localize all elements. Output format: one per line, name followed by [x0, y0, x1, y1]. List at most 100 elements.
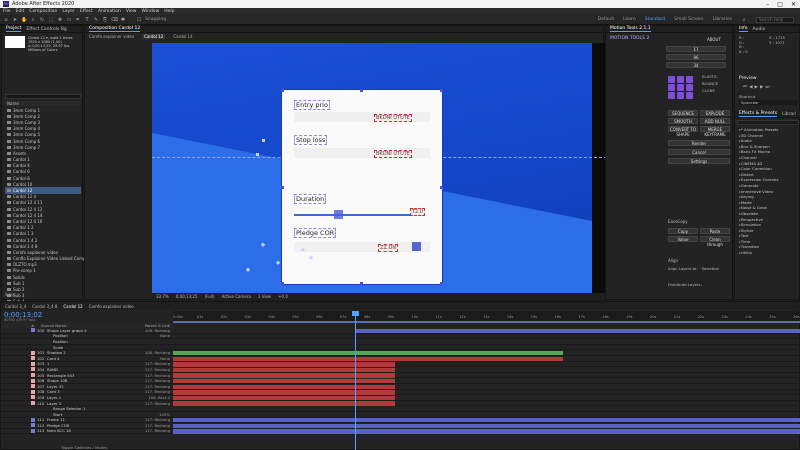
label-color-swatch[interactable] [31, 401, 35, 406]
easecopy-clean-button[interactable]: Clean through [700, 236, 730, 247]
layer-parent[interactable]: 117. Rectang [145, 378, 173, 383]
exposure-value[interactable]: +0.0 [278, 294, 288, 299]
label-color-swatch[interactable] [31, 423, 35, 428]
layer-name[interactable]: Start [53, 412, 109, 417]
label-color-swatch[interactable] [31, 350, 35, 355]
name-column-header[interactable]: Name [5, 101, 81, 106]
layer-name[interactable]: Layer 1 [47, 395, 103, 400]
timeline-tab-active[interactable]: Cardol 12 [63, 304, 82, 309]
easecopy-value-button[interactable]: Value [668, 236, 698, 242]
current-time-indicator[interactable] [352, 311, 359, 450]
rotate-tool-icon[interactable]: ↻ [39, 17, 45, 23]
bounce-button[interactable]: BOUNCE [702, 81, 730, 86]
label-color-swatch[interactable] [31, 367, 35, 372]
label-color-swatch[interactable] [37, 345, 41, 349]
layer-duration-bar[interactable] [173, 384, 395, 389]
layer-parent[interactable]: 117. Rectang [145, 389, 173, 394]
workspace-standard[interactable]: Standard [645, 17, 665, 22]
menu-file[interactable]: File [3, 9, 11, 14]
layer-name[interactable]: 1 [47, 361, 103, 366]
menu-view[interactable]: View [126, 9, 137, 14]
label-color-swatch[interactable] [31, 328, 35, 333]
layer-name[interactable]: Rectangle 943 [47, 373, 103, 378]
layer-duration-bar[interactable] [173, 373, 395, 378]
zoom-tool-icon[interactable]: ⌕ [30, 17, 36, 23]
layer-name[interactable]: Layer 32 [47, 384, 103, 389]
selection-tool-icon[interactable]: ➤ [12, 17, 18, 23]
layer-parent[interactable]: 100% [159, 412, 173, 417]
tab-libraries[interactable]: Librari [782, 112, 796, 117]
tab-motion-tools[interactable]: Motion Tools 2.1.1 [610, 26, 651, 32]
anchor-point-icon[interactable] [686, 84, 693, 91]
toggle-switches-modes[interactable]: Toggle Switches / Modes [61, 445, 107, 450]
label-color-swatch[interactable] [31, 395, 35, 400]
layer-name[interactable]: Range Selector 1 [53, 406, 109, 411]
label-color-swatch[interactable] [31, 378, 35, 383]
shortcut-select[interactable]: Spacebar [739, 100, 797, 105]
label-color-swatch[interactable] [31, 389, 35, 394]
cancel-button[interactable]: Cancel [668, 149, 730, 155]
anchor-point-icon[interactable] [677, 76, 684, 83]
anchor-point-icon[interactable] [668, 92, 675, 99]
workspace-small-screen[interactable]: Small Screen [674, 17, 703, 22]
layer-name[interactable]: Position [53, 333, 109, 338]
layer-name[interactable]: Scale [53, 345, 109, 350]
breadcrumb-item[interactable]: Cardol 14 [173, 34, 192, 39]
layer-parent[interactable]: 117. Rectang [145, 384, 173, 389]
layer-duration-bar[interactable] [173, 390, 395, 395]
label-color-swatch[interactable] [31, 373, 35, 378]
hand-tool-icon[interactable]: ✋ [21, 17, 27, 23]
snapping-checkbox-icon[interactable]: ☐ [136, 17, 142, 23]
maximize-button[interactable]: □ [777, 1, 783, 8]
layer-row[interactable]: 113 Num KCC 16 117. Rectang [1, 428, 173, 435]
smooth-button[interactable]: SMOOTH [668, 118, 698, 124]
layer-name[interactable]: Layer 2 [47, 401, 103, 406]
brush-tool-icon[interactable]: ✎ [93, 17, 99, 23]
effect-category[interactable]: Utility [735, 250, 800, 256]
label-color-swatch[interactable] [37, 412, 41, 416]
anchor-point-icon[interactable] [668, 76, 675, 83]
layer-parent[interactable]: 106. Rect 4 [148, 395, 173, 400]
workspace-default[interactable]: Default [598, 17, 614, 22]
menu-help[interactable]: Help [164, 9, 174, 14]
layer-name[interactable]: RAND [47, 367, 103, 372]
composition-viewer[interactable]: Entry prio BKDNI UTUTE Stop loss BKDNI U… [152, 43, 607, 293]
timeline-tab[interactable]: Cardol 3_4 [5, 304, 26, 309]
add-null-button[interactable]: ADD NULL [700, 118, 730, 124]
layer-duration-bar[interactable] [173, 367, 395, 373]
last-frame-icon[interactable]: ⏭ [765, 85, 771, 90]
anchor-point-icon[interactable] [668, 84, 675, 91]
search-icon[interactable]: ⌕ [741, 17, 747, 23]
layer-duration-bar[interactable] [173, 350, 563, 356]
layer-parent[interactable]: 117. Rectang [145, 401, 173, 406]
effects-search-input[interactable] [737, 120, 799, 125]
align-target-select[interactable]: Selection [702, 266, 720, 271]
project-search-input[interactable] [5, 94, 81, 99]
preview-title[interactable]: Preview [739, 76, 757, 81]
camera-tool-icon[interactable]: ⬚ [48, 17, 54, 23]
clone-button[interactable]: CLONE [702, 88, 730, 93]
breadcrumb-item[interactable]: Comfo explainer video [89, 34, 134, 39]
tab-info[interactable]: Info [739, 26, 748, 32]
merge-keyframe-button[interactable]: MERGE KEYFRAME [700, 126, 730, 137]
layer-name[interactable]: Shadow 2 [47, 350, 103, 355]
layer-duration-bar[interactable] [173, 356, 563, 361]
work-area-bar[interactable] [173, 321, 800, 323]
layer-name[interactable]: Shape 106 [47, 378, 103, 383]
menu-edit[interactable]: Edit [16, 9, 25, 14]
layer-duration-bar[interactable] [173, 395, 395, 401]
layer-name[interactable]: Shape Layer graph 4 [47, 328, 103, 333]
menu-effect[interactable]: Effect [80, 9, 93, 14]
layer-duration-bar[interactable] [173, 401, 395, 406]
label-color-swatch[interactable] [31, 428, 35, 433]
layer-name[interactable]: Card 4 [47, 356, 103, 361]
shape-tool-icon[interactable]: ▭ [66, 17, 72, 23]
layer-duration-bar[interactable] [355, 328, 800, 333]
about-button[interactable]: ABOUT [707, 37, 721, 42]
value-field[interactable]: 34 [666, 62, 726, 68]
elastic-button[interactable]: ELASTIC [702, 74, 730, 79]
layer-name[interactable]: Position [53, 339, 109, 344]
layer-parent[interactable]: 117. Rectang [145, 423, 173, 428]
bit-depth-label[interactable]: 8 bpc [5, 292, 16, 297]
timeline-tab[interactable]: Comfo explainer video [89, 304, 134, 309]
